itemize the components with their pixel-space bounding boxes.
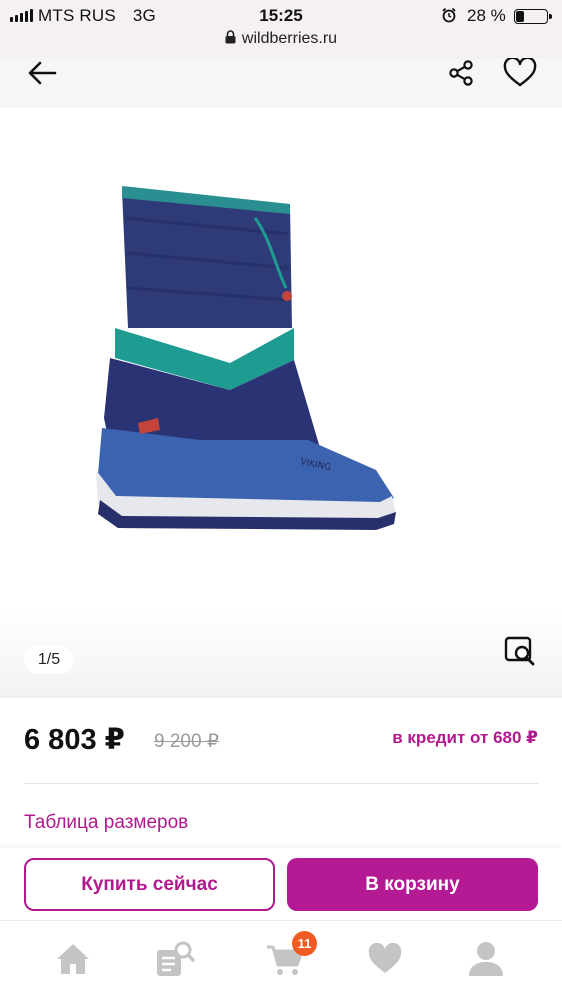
product-header <box>0 58 562 108</box>
lock-icon <box>225 30 236 44</box>
tab-profile[interactable] <box>466 939 506 979</box>
product-gallery[interactable]: VIKING 1/5 <box>0 108 562 698</box>
alarm-icon <box>442 7 456 23</box>
gallery-pager: 1/5 <box>24 646 74 674</box>
cart-count-badge: 11 <box>292 931 317 956</box>
favorite-button[interactable] <box>502 58 538 88</box>
heart-outline-icon <box>503 58 537 87</box>
price-block: 6 803 ₽ 9 200 ₽ в кредит от 680 ₽ <box>24 718 538 758</box>
tab-home[interactable] <box>53 939 93 979</box>
catalog-search-icon <box>157 941 195 976</box>
tab-favorites[interactable] <box>365 939 405 979</box>
credit-offer-link[interactable]: в кредит от 680 ₽ <box>392 728 538 748</box>
battery-icon <box>514 9 552 24</box>
tab-catalog[interactable] <box>155 939 195 979</box>
image-search-button[interactable] <box>502 633 538 669</box>
status-bar: MTS RUS 3G 15:25 28 % wildberries.ru <box>0 0 562 58</box>
home-icon <box>57 944 89 974</box>
url-text[interactable]: wildberries.ru <box>242 30 337 47</box>
action-bar: Купить сейчас В корзину <box>0 848 562 920</box>
back-button[interactable] <box>26 58 58 88</box>
price-old: 9 200 ₽ <box>154 731 219 752</box>
price-current: 6 803 ₽ <box>24 724 125 756</box>
buy-now-button[interactable]: Купить сейчас <box>24 858 275 911</box>
heart-icon <box>368 943 402 973</box>
size-table-link[interactable]: Таблица размеров <box>24 812 188 834</box>
add-to-cart-button[interactable]: В корзину <box>287 858 538 911</box>
arrow-left-icon <box>28 61 57 85</box>
divider <box>24 783 538 784</box>
bottom-tab-bar <box>0 920 562 1000</box>
share-icon <box>449 60 473 86</box>
product-image-boot[interactable]: VIKING <box>80 178 410 538</box>
profile-icon <box>469 942 503 976</box>
battery-percent: 28 % <box>467 6 506 25</box>
image-search-icon <box>504 636 535 666</box>
share-button[interactable] <box>445 58 477 88</box>
